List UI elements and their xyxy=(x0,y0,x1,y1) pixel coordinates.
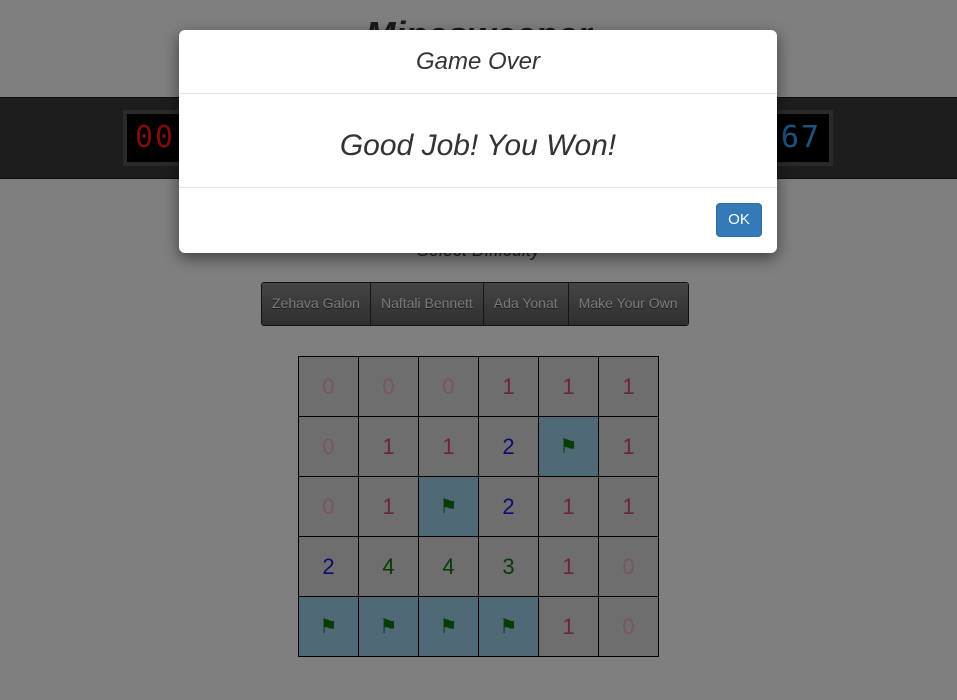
game-over-dialog: Game Over Good Job! You Won! OK xyxy=(179,30,777,253)
ok-button[interactable]: OK xyxy=(716,203,762,237)
dialog-message: Good Job! You Won! xyxy=(179,94,777,188)
dialog-footer: OK xyxy=(179,188,777,252)
dialog-title: Game Over xyxy=(179,30,777,94)
